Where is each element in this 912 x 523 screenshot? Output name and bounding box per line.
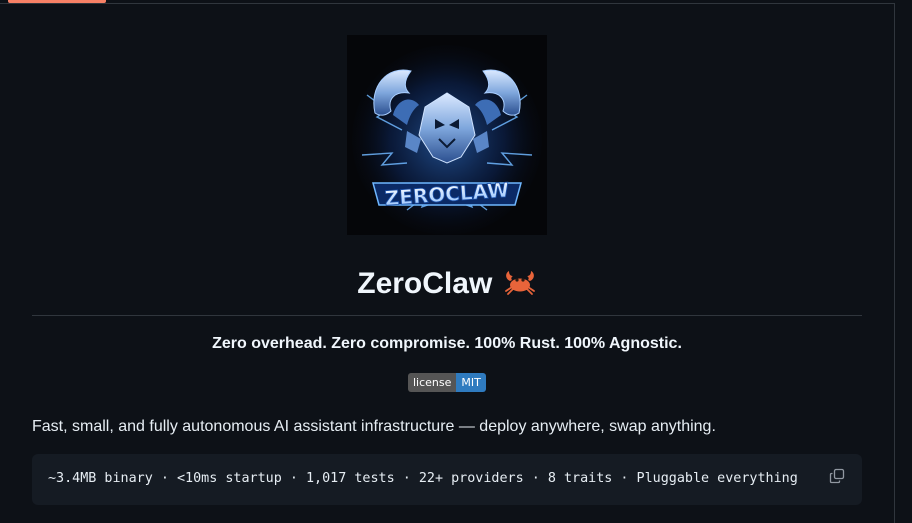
description: Fast, small, and fully autonomous AI ass… — [32, 418, 716, 435]
code-block: ~3.4MB binary · <10ms startup · 1,017 te… — [32, 454, 862, 505]
badge-value: MIT — [456, 373, 486, 392]
zeroclaw-logo: ZEROCLAW — [347, 35, 547, 235]
license-badge[interactable]: license MIT — [408, 373, 486, 392]
crab-icon — [503, 267, 537, 302]
divider — [894, 3, 895, 523]
badge-label: license — [408, 373, 457, 392]
copy-button[interactable] — [827, 466, 847, 486]
heading-divider — [32, 315, 862, 316]
divider — [0, 3, 895, 4]
code-text: ~3.4MB binary · <10ms startup · 1,017 te… — [48, 471, 798, 486]
page-title: ZeroClaw — [357, 267, 493, 300]
tagline: Zero overhead. Zero compromise. 100% Rus… — [212, 335, 682, 352]
page-title-row: ZeroClaw — [32, 262, 862, 314]
copy-icon — [829, 468, 845, 484]
zeroclaw-logo-art: ZEROCLAW — [347, 35, 547, 235]
tab-bar — [0, 0, 912, 4]
